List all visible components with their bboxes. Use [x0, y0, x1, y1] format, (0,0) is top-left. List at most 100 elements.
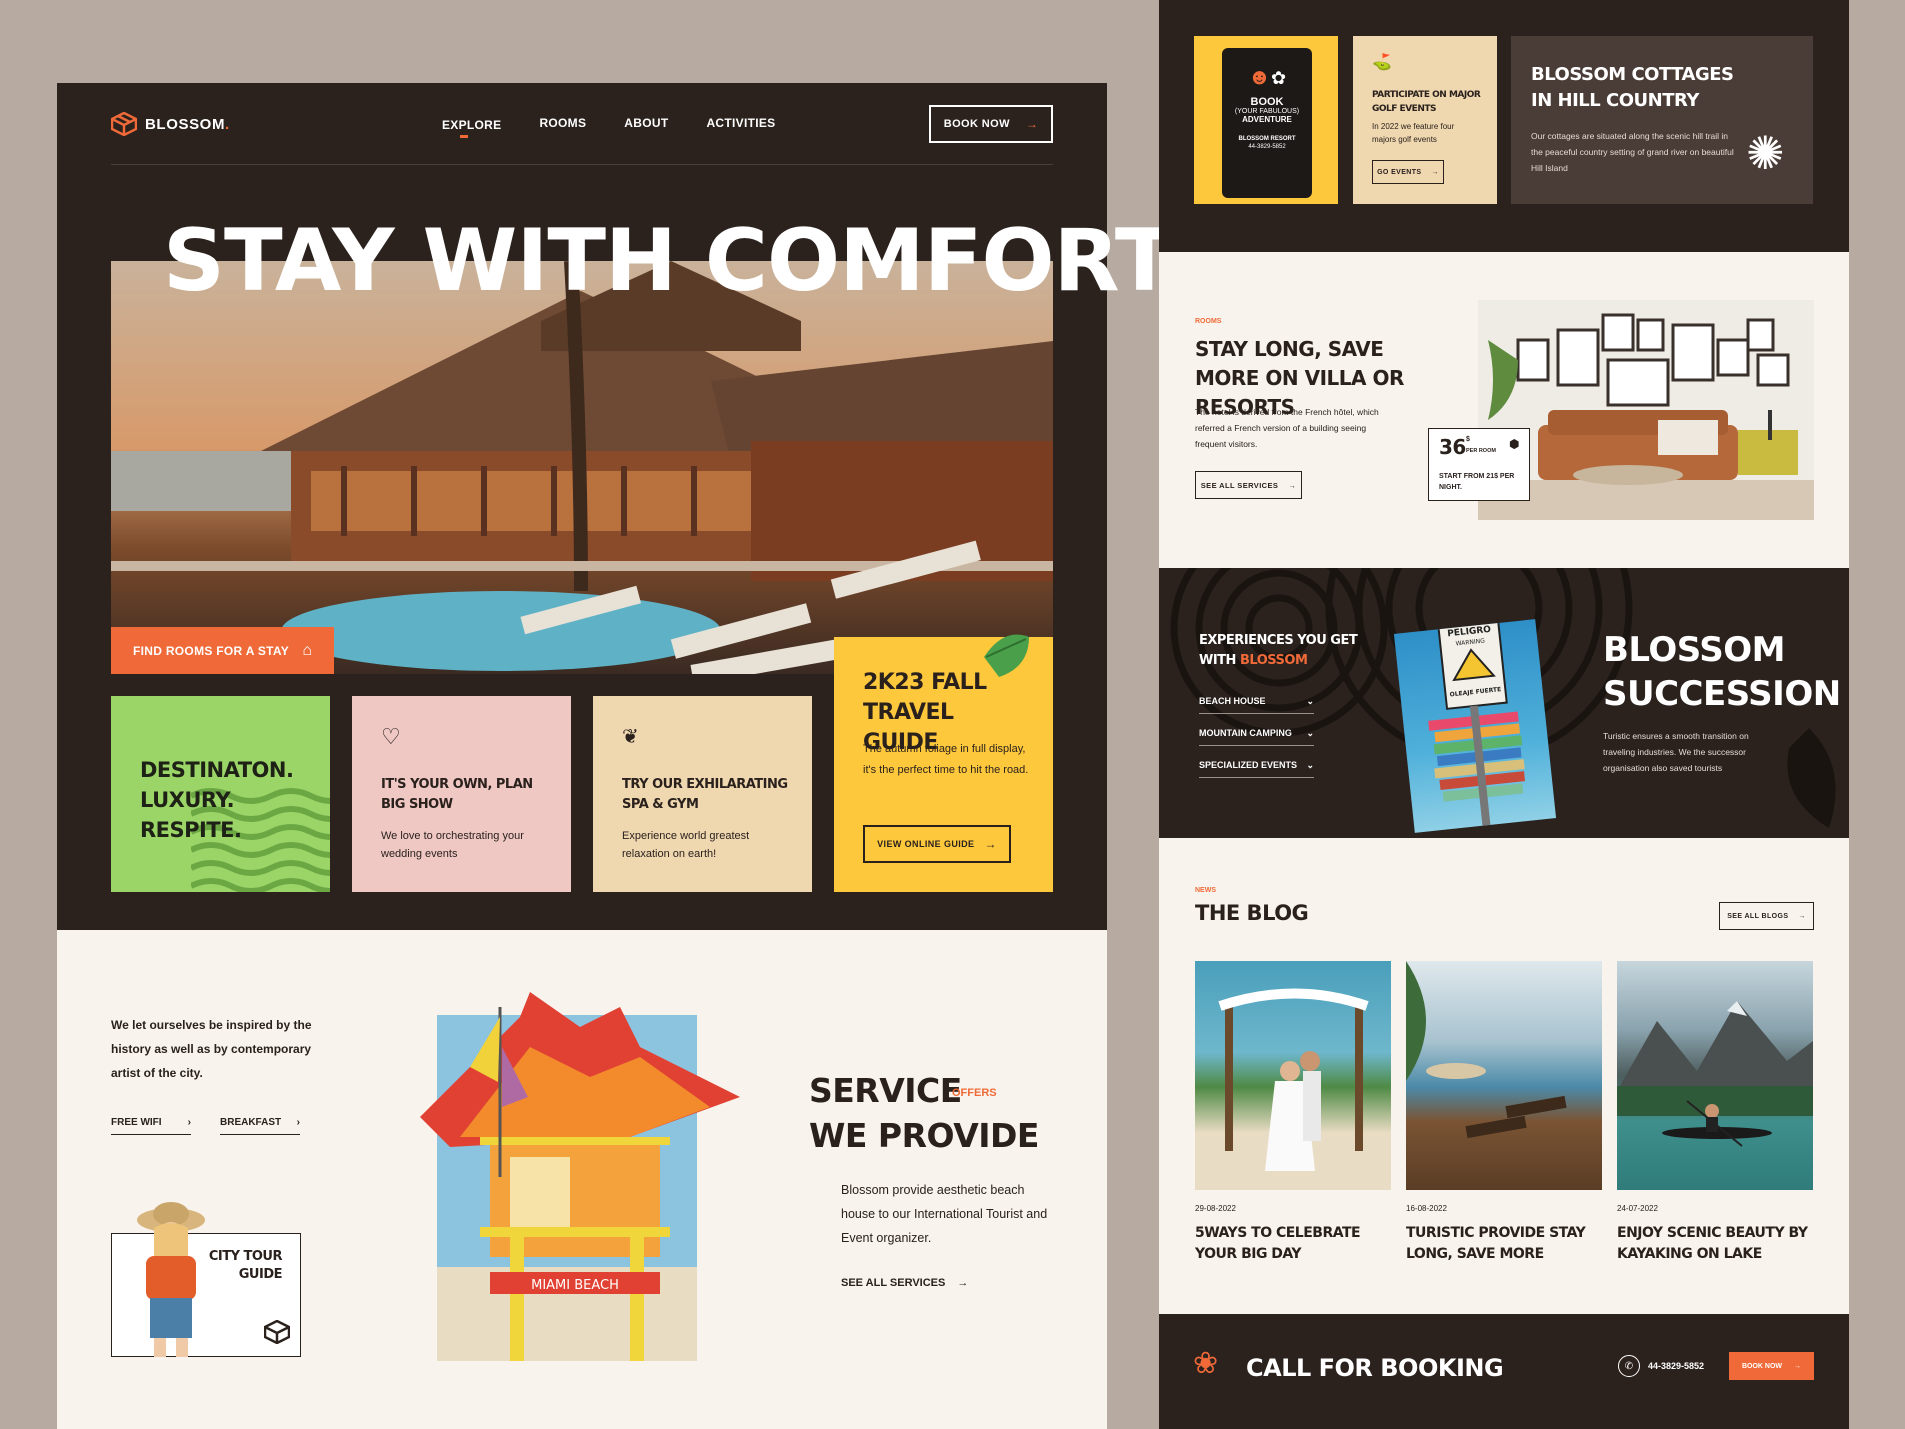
main-nav: EXPLORE ROOMS ABOUT ACTIVITIES — [442, 116, 775, 138]
sign-brand: BLOSSOM RESORT — [1238, 136, 1296, 142]
lifeguard-tower-image: MIAMI BEACH — [410, 987, 750, 1361]
promo-golf-card: ⛳ PARTICIPATE ON MAJOR GOLF EVENTS In 20… — [1353, 36, 1497, 204]
book-now-button[interactable]: BOOK NOW → — [929, 105, 1053, 143]
rooms-see-all-button[interactable]: SEE ALL SERVICES → — [1195, 471, 1302, 499]
chevron-down-icon: ⌄ — [1306, 728, 1314, 738]
find-rooms-label: FIND ROOMS FOR A STAY — [133, 643, 290, 658]
price-unit: PER ROOM — [1466, 448, 1496, 454]
sign-phone: 44-3829-5852 — [1248, 144, 1286, 150]
resort-illustration — [111, 261, 1053, 674]
card-wedding-body: We love to orchestrating your wedding ev… — [381, 830, 524, 860]
arrow-right-icon: → — [1025, 117, 1039, 131]
card-wedding-title: IT'S YOUR OWN, PLAN BIG SHOW — [381, 777, 533, 812]
cube-logo-icon — [264, 1320, 290, 1344]
breakfast-link[interactable]: BREAKFAST › — [220, 1117, 300, 1135]
blog-date: 29-08-2022 — [1195, 1204, 1236, 1213]
service-title-2: WE PROVIDE — [809, 1116, 1039, 1155]
warning-sign-image: PELIGRO WARNING OLEAJE FUERTE — [1393, 619, 1557, 833]
card-travel-guide-body: The autumn foliage in full display, it's… — [863, 743, 1029, 776]
see-all-services-link[interactable]: SEE ALL SERVICES → — [841, 1277, 968, 1289]
blog-post-title: TURISTIC PROVIDE STAY LONG, SAVE MORE — [1406, 1225, 1586, 1262]
see-all-services-label: SEE ALL SERVICES — [841, 1277, 946, 1289]
lotus-icon: ❦ — [622, 726, 639, 748]
accordion-specialized-events[interactable]: SPECIALIZED EVENTS ⌄ — [1199, 760, 1314, 778]
price-note: START FROM 21$ PER NIGHT. — [1439, 473, 1515, 491]
accordion-label: SPECIALIZED EVENTS — [1199, 760, 1298, 770]
chevron-right-icon: › — [187, 1117, 191, 1128]
experiences-section: EXPERIENCES YOU GET WITH BLOSSOM BEACH H… — [1159, 568, 1849, 838]
blog-card-3[interactable]: 24-07-2022 ENJOY SCENIC BEAUTY BY KAYAKI… — [1617, 961, 1813, 1265]
find-rooms-button[interactable]: FIND ROOMS FOR A STAY ⌂ — [111, 627, 334, 674]
blog-card-2[interactable]: 16-08-2022 TURISTIC PROVIDE STAY LONG, S… — [1406, 961, 1602, 1265]
blog-date: 16-08-2022 — [1406, 1204, 1447, 1213]
nav-item-activities[interactable]: ACTIVITIES — [706, 116, 775, 134]
accordion-label: BEACH HOUSE — [1199, 696, 1266, 706]
chevron-down-icon: ⌄ — [1306, 760, 1314, 770]
sign-line2: (YOUR FABULOUS) — [1234, 108, 1300, 115]
see-all-blogs-button[interactable]: SEE ALL BLOGS → — [1719, 902, 1814, 930]
see-all-blogs-label: SEE ALL BLOGS — [1727, 912, 1789, 920]
experiences-brand: BLOSSOM — [1239, 653, 1308, 668]
card-destination-title: DESTINATON. LUXURY. RESPITE. — [140, 758, 294, 842]
breakfast-label: BREAKFAST — [220, 1117, 282, 1128]
golf-icon: ⛳ — [1372, 54, 1392, 71]
go-events-button[interactable]: GO EVENTS → — [1372, 160, 1444, 184]
chevron-right-icon: › — [296, 1117, 300, 1128]
cottages-body: Our cottages are situated along the scen… — [1531, 131, 1734, 173]
free-wifi-link[interactable]: FREE WIFI › — [111, 1117, 191, 1135]
service-body: Blossom provide aesthetic beach house to… — [841, 1183, 1048, 1245]
brand-dot: . — [225, 115, 230, 133]
golf-title: PARTICIPATE ON MAJOR GOLF EVENTS — [1372, 90, 1481, 114]
rooms-body: The hotel is derived from the French hôt… — [1195, 407, 1379, 449]
resort-icon: ⌂ — [302, 641, 312, 659]
view-guide-label: VIEW ONLINE GUIDE — [877, 839, 975, 849]
inspired-text: We let ourselves be inspired by the hist… — [111, 1018, 312, 1080]
accordion-beach-house[interactable]: BEACH HOUSE ⌄ — [1199, 696, 1314, 714]
lifeguard-sign: MIAMI BEACH — [531, 1278, 619, 1293]
view-guide-button[interactable]: VIEW ONLINE GUIDE → — [863, 825, 1011, 863]
booking-book-now-button[interactable]: BOOK NOW → — [1729, 1352, 1814, 1380]
rooms-see-all-label: SEE ALL SERVICES — [1200, 480, 1279, 490]
experiences-title-2-row: WITH BLOSSOM — [1199, 651, 1308, 671]
promo-book-card[interactable]: ☻✿ BOOK (YOUR FABULOUS) ADVENTURE BLOSSO… — [1194, 36, 1338, 204]
card-spa[interactable]: ❦ TRY OUR EXHILARATING SPA & GYM Experie… — [593, 696, 812, 892]
cottages-title: BLOSSOM COTTAGES IN HILL COUNTRY — [1531, 64, 1734, 111]
card-wedding[interactable]: ♡ IT'S YOUR OWN, PLAN BIG SHOW We love t… — [352, 696, 571, 892]
blog-card-1[interactable]: 29-08-2022 5WAYS TO CELEBRATE YOUR BIG D… — [1195, 961, 1391, 1265]
booking-phone: 44-3829-5852 — [1648, 1361, 1705, 1371]
blog-title: THE BLOG — [1195, 901, 1309, 925]
promo-cottages-card: BLOSSOM COTTAGES IN HILL COUNTRY Our cot… — [1511, 36, 1813, 204]
nav-item-about[interactable]: ABOUT — [624, 116, 668, 134]
daisy-icon: ✺ — [1746, 127, 1785, 179]
brand-logo[interactable]: BLOSSOM. — [111, 112, 230, 136]
blog-tag: NEWS — [1195, 887, 1216, 894]
heart-icon: ♡ — [381, 724, 401, 749]
wedding-photo — [1195, 961, 1391, 1190]
arrow-right-icon: → — [1288, 480, 1297, 490]
golf-body: In 2022 we feature four majors golf even… — [1372, 122, 1455, 144]
card-spa-body: Experience world greatest relaxation on … — [622, 830, 750, 860]
card-destination[interactable]: DESTINATON. LUXURY. RESPITE. — [111, 696, 330, 892]
accordion-mountain-camping[interactable]: MOUNTAIN CAMPING ⌄ — [1199, 728, 1314, 746]
nav-item-explore[interactable]: EXPLORE — [442, 116, 502, 138]
service-tag: OFFERS — [952, 1087, 997, 1099]
succession-body: Turistic ensures a smooth transition on … — [1603, 731, 1749, 773]
arrow-right-icon: → — [1794, 1362, 1802, 1370]
arrow-right-icon: → — [984, 837, 997, 851]
arrow-right-icon: → — [957, 1277, 969, 1289]
price-amount: 36 — [1439, 435, 1466, 459]
card-travel-guide: 2K23 FALL TRAVEL GUIDE The autumn foliag… — [834, 634, 1053, 892]
sign-line1: BOOK — [1250, 96, 1284, 108]
booking-button-label: BOOK NOW — [1741, 1362, 1783, 1370]
blog-date: 24-07-2022 — [1617, 1204, 1658, 1213]
booking-title: CALL FOR BOOKING — [1246, 1354, 1504, 1382]
nav-label: EXPLORE — [442, 118, 502, 132]
service-title-1: SERVICE — [809, 1071, 962, 1110]
free-wifi-label: FREE WIFI — [111, 1117, 162, 1128]
tour-guide-photo — [126, 1198, 216, 1357]
blog-post-title: 5WAYS TO CELEBRATE YOUR BIG DAY — [1195, 1225, 1361, 1262]
phone-icon: ✆ — [1618, 1355, 1640, 1377]
price-currency: $ — [1466, 436, 1470, 443]
nav-item-rooms[interactable]: ROOMS — [539, 116, 586, 134]
phone-contact[interactable]: ✆ 44-3829-5852 — [1618, 1355, 1704, 1377]
